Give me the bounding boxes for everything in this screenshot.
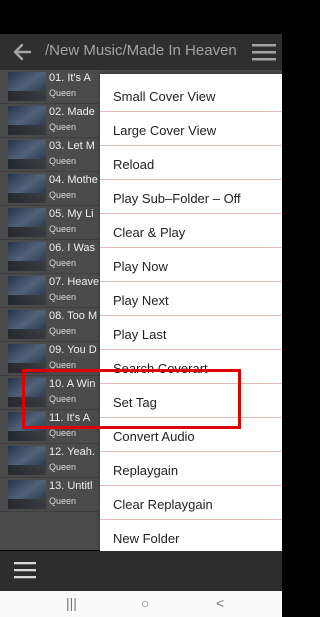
menu-item-label: New Folder	[113, 531, 180, 546]
track-row[interactable]: 13. Untitl Queen	[0, 478, 100, 512]
track-title: 07. Heave	[49, 276, 100, 288]
track-title: 12. Yeah.	[49, 446, 95, 458]
menu-item-clear-and-play[interactable]: Clear & Play	[100, 214, 282, 248]
track-artist: Queen	[49, 496, 77, 506]
recent-apps-icon[interactable]: |||	[66, 595, 77, 611]
track-title: 09. You D	[49, 344, 97, 356]
menu-item-label: Play Now	[113, 259, 168, 274]
context-menu: Small Cover View Large Cover View Reload…	[100, 74, 282, 551]
album-cover	[8, 242, 46, 271]
menu-item-play-now[interactable]: Play Now	[100, 248, 282, 282]
menu-item-label: Small Cover View	[113, 89, 216, 104]
menu-item-label: Large Cover View	[113, 123, 217, 138]
menu-item-label: Clear Replaygain	[113, 497, 213, 512]
menu-item-label: Clear & Play	[113, 225, 186, 240]
menu-item-large-cover-view[interactable]: Large Cover View	[100, 112, 282, 146]
track-row[interactable]: 01. It's A Queen	[0, 70, 100, 104]
menu-icon[interactable]	[252, 42, 276, 62]
track-row[interactable]: 02. Made Queen	[0, 104, 100, 138]
track-row[interactable]: 05. My Li Queen	[0, 206, 100, 240]
menu-item-reload[interactable]: Reload	[100, 146, 282, 180]
system-nav-bar: ||| ○ <	[0, 591, 282, 617]
album-cover	[8, 106, 46, 135]
menu-item-label: Play Sub–Folder – Off	[113, 191, 241, 206]
track-title: 02. Made	[49, 106, 95, 118]
folder-path: /New Music/Made In Heaven	[45, 42, 237, 59]
bottom-bar	[0, 551, 282, 591]
album-cover	[8, 446, 46, 475]
track-title: 01. It's A	[49, 72, 91, 84]
menu-item-new-folder[interactable]: New Folder	[100, 520, 282, 554]
track-artist: Queen	[49, 292, 77, 302]
album-cover	[8, 140, 46, 169]
track-title: 03. Let M	[49, 140, 95, 152]
track-row[interactable]: 12. Yeah. Queen	[0, 444, 100, 478]
menu-item-label: Play Last	[113, 327, 167, 342]
album-cover	[8, 72, 46, 101]
menu-item-clear-replaygain[interactable]: Clear Replaygain	[100, 486, 282, 520]
track-artist: Queen	[49, 462, 77, 472]
album-cover	[8, 480, 46, 509]
track-row[interactable]: 07. Heave Queen	[0, 274, 100, 308]
back-arrow-icon[interactable]	[10, 40, 34, 64]
menu-icon[interactable]	[14, 561, 36, 579]
menu-item-play-last[interactable]: Play Last	[100, 316, 282, 350]
home-icon[interactable]: ○	[141, 595, 149, 611]
menu-item-small-cover-view[interactable]: Small Cover View	[100, 78, 282, 112]
album-cover	[8, 174, 46, 203]
track-artist: Queen	[49, 156, 77, 166]
track-row[interactable]: 03. Let M Queen	[0, 138, 100, 172]
menu-item-label: Play Next	[113, 293, 169, 308]
track-row[interactable]: 08. Too M Queen	[0, 308, 100, 342]
track-artist: Queen	[49, 428, 77, 438]
back-nav-icon[interactable]: <	[216, 595, 224, 611]
menu-item-play-next[interactable]: Play Next	[100, 282, 282, 316]
status-bar	[0, 0, 282, 34]
menu-item-label: Reload	[113, 157, 155, 172]
track-title: 04. Mothe	[49, 174, 98, 186]
album-cover	[8, 276, 46, 305]
track-artist: Queen	[49, 258, 77, 268]
track-row[interactable]: 04. Mothe Queen	[0, 172, 100, 206]
menu-item-label: Convert Audio	[113, 429, 195, 444]
track-artist: Queen	[49, 224, 77, 234]
track-artist: Queen	[49, 122, 77, 132]
menu-item-replaygain[interactable]: Replaygain	[100, 452, 282, 486]
track-artist: Queen	[49, 326, 77, 336]
track-title: 06. I Was	[49, 242, 96, 254]
menu-item-play-sub-folder[interactable]: Play Sub–Folder – Off	[100, 180, 282, 214]
highlight-box	[22, 369, 241, 429]
track-artist: Queen	[49, 190, 77, 200]
track-title: 05. My Li	[49, 208, 94, 220]
menu-item-label: Replaygain	[113, 463, 179, 478]
album-cover	[8, 310, 46, 339]
top-app-bar: /New Music/Made In Heaven	[0, 34, 282, 70]
track-row[interactable]: 06. I Was Queen	[0, 240, 100, 274]
track-artist: Queen	[49, 88, 77, 98]
album-cover	[8, 208, 46, 237]
track-title: 13. Untitl	[49, 480, 93, 492]
track-title: 08. Too M	[49, 310, 98, 322]
